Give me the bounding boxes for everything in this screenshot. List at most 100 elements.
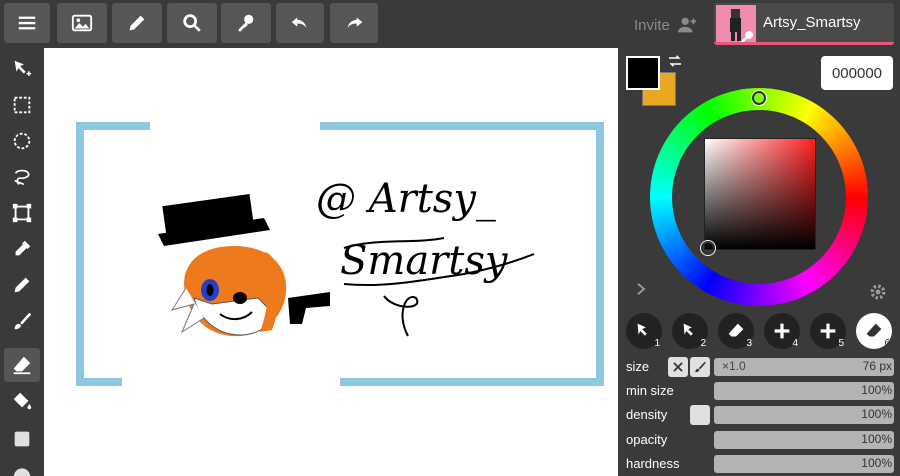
undo-icon <box>291 17 307 29</box>
close-icon <box>673 362 683 372</box>
brush-slot-number: 3 <box>746 338 752 349</box>
saturation-value-square[interactable] <box>704 138 816 250</box>
min-size-value: 100% <box>861 383 892 397</box>
opacity-value: 100% <box>861 432 892 446</box>
pencil-tool[interactable] <box>4 268 40 302</box>
density-label: density <box>626 407 668 422</box>
move-icon <box>14 60 32 76</box>
brush-tool[interactable] <box>4 304 40 338</box>
shape-tool[interactable] <box>4 422 40 456</box>
density-row: density 100% <box>618 404 900 426</box>
ellipse-select-tool[interactable] <box>4 124 40 158</box>
size-multiplier: ×1.0 <box>722 359 746 373</box>
move-icon <box>637 323 647 336</box>
min-size-label: min size <box>626 383 674 398</box>
rect-select-icon <box>13 96 31 114</box>
circle-tool[interactable] <box>4 456 40 476</box>
move-icon <box>683 323 693 336</box>
hardness-value: 100% <box>861 456 892 470</box>
size-label: size <box>626 359 650 374</box>
brush-slot-2[interactable]: 2 <box>672 313 708 349</box>
circle-icon <box>13 468 31 476</box>
brush-icon <box>695 361 706 373</box>
tool-sidebar <box>0 48 44 476</box>
transform-icon <box>12 203 32 223</box>
draw-button[interactable] <box>112 3 162 43</box>
invite-button[interactable]: Invite <box>634 14 698 36</box>
user-name: Artsy_Smartsy <box>763 14 861 31</box>
redo-icon <box>347 17 363 29</box>
signature-name: Smartsy <box>340 238 509 284</box>
opacity-row: opacity 100% <box>618 429 900 451</box>
move-tool[interactable] <box>4 52 40 86</box>
min-size-row: min size 100% <box>618 380 900 402</box>
brush-slot-3[interactable]: 3 <box>718 313 754 349</box>
image-button[interactable] <box>57 3 107 43</box>
brush-slot-6[interactable]: 6 <box>856 313 892 349</box>
hardness-label: hardness <box>626 456 680 471</box>
image-icon <box>71 14 93 32</box>
search-icon <box>183 14 201 32</box>
chevron-right-icon[interactable] <box>632 280 650 298</box>
shape-icon <box>14 431 30 447</box>
opacity-label: opacity <box>626 432 668 447</box>
size-value: 76 px <box>862 359 892 373</box>
density-toggle[interactable] <box>690 405 710 425</box>
gear-icon[interactable] <box>868 282 888 302</box>
transform-tool[interactable] <box>4 196 40 230</box>
top-toolbar: Invite Artsy_Smartsy <box>0 0 900 48</box>
invite-label: Invite <box>634 16 670 34</box>
ellipse-select-icon <box>13 132 31 150</box>
saturation-marker[interactable] <box>701 241 715 255</box>
hex-color-field[interactable]: 000000 <box>821 56 893 90</box>
rect-select-tool[interactable] <box>4 88 40 122</box>
brush-slot-number: 6 <box>884 338 890 349</box>
pencil-icon <box>129 15 145 31</box>
cartoon-cat <box>158 194 330 337</box>
signature-handle: @ Artsy_ <box>316 176 496 222</box>
drawing-canvas[interactable]: @ Artsy_ Smartsy <box>44 48 618 476</box>
pencil-icon <box>14 277 30 293</box>
brush-icon <box>14 312 32 330</box>
plus-icon <box>820 323 836 339</box>
fill-icon <box>13 392 32 410</box>
signature-text: @ Artsy_ Smartsy <box>316 176 535 337</box>
size-reset-button[interactable] <box>668 357 688 377</box>
color-brush-panel: 000000 1 2 3 4 5 6 size ×1.0 76 px min s… <box>618 48 900 476</box>
size-row: size ×1.0 76 px <box>618 356 900 378</box>
plus-icon <box>774 323 790 339</box>
eraser-icon <box>13 356 31 375</box>
key-icon <box>238 14 254 32</box>
key-button[interactable] <box>221 3 271 43</box>
hue-marker[interactable] <box>752 91 766 105</box>
brush-slot-number: 4 <box>792 338 798 349</box>
hardness-row: hardness 100% <box>618 453 900 475</box>
size-pressure-button[interactable] <box>690 357 710 377</box>
eraser-tool[interactable] <box>4 348 40 382</box>
user-accent-bar <box>714 42 894 45</box>
avatar-figure-icon <box>730 9 753 44</box>
search-button[interactable] <box>167 3 217 43</box>
menu-icon <box>18 16 36 30</box>
eyedropper-tool[interactable] <box>4 232 40 266</box>
foreground-color-swatch[interactable] <box>626 56 660 90</box>
avatar <box>716 5 756 44</box>
artwork: @ Artsy_ Smartsy <box>76 122 604 386</box>
undo-button[interactable] <box>276 3 324 43</box>
brush-slot-number: 2 <box>700 338 706 349</box>
brush-slot-4[interactable]: 4 <box>764 313 800 349</box>
brush-slot-number: 1 <box>654 338 660 349</box>
lasso-icon <box>14 169 30 186</box>
fill-tool[interactable] <box>4 384 40 418</box>
eyedropper-icon <box>15 240 31 256</box>
menu-button[interactable] <box>4 3 50 43</box>
eraser-icon <box>866 323 882 337</box>
add-user-icon <box>677 17 697 33</box>
brush-slot-number: 5 <box>838 338 844 349</box>
brush-slot-5[interactable]: 5 <box>810 313 846 349</box>
swap-colors-icon[interactable] <box>666 52 684 70</box>
user-account-button[interactable]: Artsy_Smartsy <box>714 3 894 45</box>
brush-slot-1[interactable]: 1 <box>626 313 662 349</box>
lasso-tool[interactable] <box>4 160 40 194</box>
redo-button[interactable] <box>330 3 378 43</box>
